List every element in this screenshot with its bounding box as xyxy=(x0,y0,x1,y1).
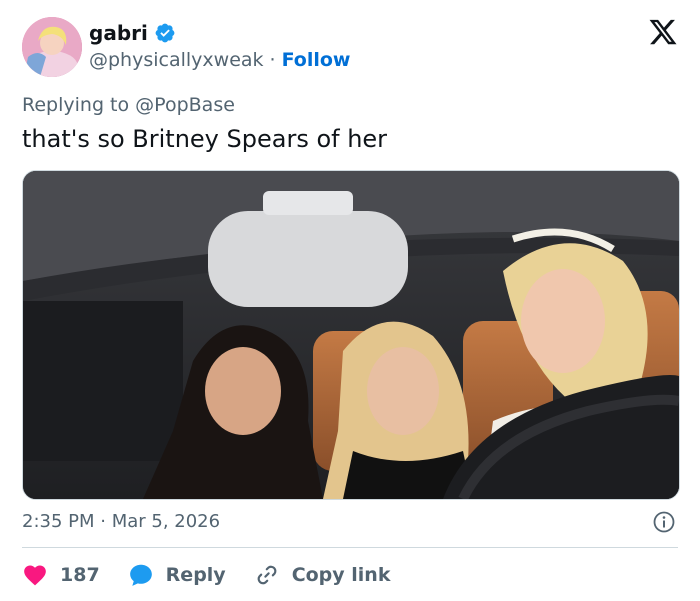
info-icon[interactable] xyxy=(652,510,676,534)
replying-to-mention[interactable]: @PopBase xyxy=(135,94,235,116)
like-button[interactable]: 187 xyxy=(22,562,100,588)
action-bar: 187 Reply Copy link xyxy=(22,560,418,590)
link-icon xyxy=(257,565,277,585)
tweet-embed-card: gabri @physicallyxweak · Follow Replying… xyxy=(0,0,700,601)
author-display-name[interactable]: gabri xyxy=(89,20,148,46)
verified-badge-icon xyxy=(155,23,175,43)
copy-link-label: Copy link xyxy=(291,564,391,586)
tweet-timestamp[interactable]: 2:35 PM · Mar 5, 2026 xyxy=(22,510,220,534)
reply-button[interactable]: Reply xyxy=(128,562,226,588)
follow-button[interactable]: Follow xyxy=(282,48,351,72)
copy-link-button[interactable]: Copy link xyxy=(254,562,391,588)
avatar[interactable] xyxy=(22,17,82,77)
author-handle[interactable]: @physicallyxweak xyxy=(89,48,264,72)
tweet-photo[interactable] xyxy=(22,170,680,500)
reply-label: Reply xyxy=(165,564,226,586)
replying-to-label: Replying to xyxy=(22,94,130,116)
x-logo-icon[interactable] xyxy=(648,17,678,47)
tweet-text: that's so Britney Spears of her xyxy=(22,125,388,153)
divider xyxy=(22,547,678,548)
replying-to-line: Replying to @PopBase xyxy=(22,92,235,118)
heart-icon xyxy=(24,565,46,586)
reply-bubble-icon xyxy=(129,564,152,586)
separator-dot: · xyxy=(269,49,276,71)
like-count: 187 xyxy=(60,564,100,586)
